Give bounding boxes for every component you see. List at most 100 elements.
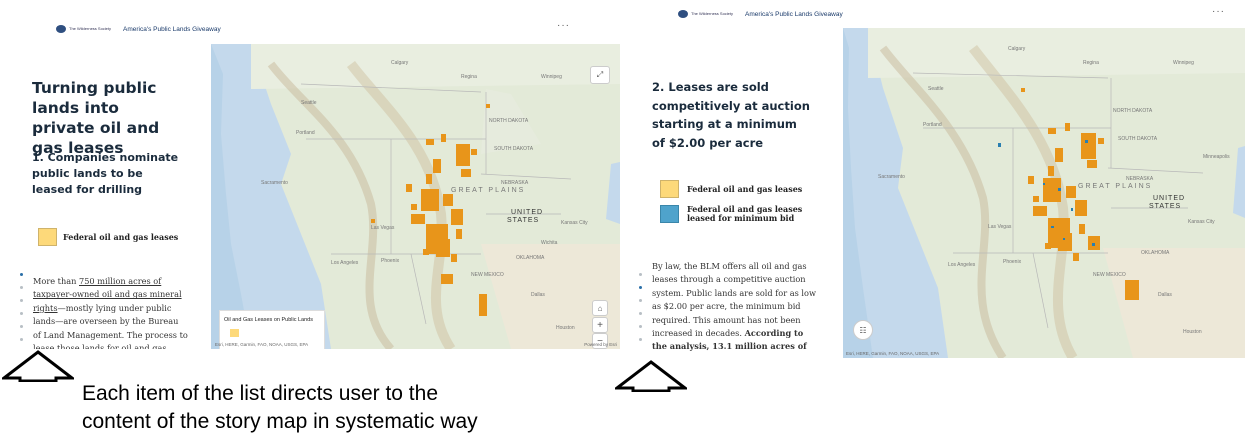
section-heading: 2. Leases are sold competitively at auct… bbox=[652, 80, 810, 150]
header-bar: The Wilderness Society America's Public … bbox=[0, 14, 620, 44]
svg-text:Phoenix: Phoenix bbox=[1003, 259, 1022, 265]
svg-text:NEBRASKA: NEBRASKA bbox=[501, 180, 529, 186]
legend-swatch-min-bid bbox=[660, 205, 679, 223]
svg-text:NEBRASKA: NEBRASKA bbox=[1126, 176, 1154, 182]
svg-text:Kansas City: Kansas City bbox=[1188, 219, 1215, 225]
nav-dot-4[interactable] bbox=[639, 312, 642, 315]
legend-label-leases: Federal oil and gas leases bbox=[687, 184, 803, 194]
logo-text: The Wilderness Society bbox=[691, 11, 734, 16]
svg-text:Seattle: Seattle bbox=[301, 100, 317, 106]
svg-text:NEW MEXICO: NEW MEXICO bbox=[471, 272, 504, 278]
svg-text:OKLAHOMA: OKLAHOMA bbox=[516, 255, 545, 261]
svg-text:Dallas: Dallas bbox=[1158, 292, 1172, 298]
more-options-icon[interactable]: ··· bbox=[557, 20, 570, 31]
svg-text:Calgary: Calgary bbox=[1008, 46, 1026, 52]
legend-label: Federal oil and gas leases bbox=[63, 232, 179, 242]
story-title: America's Public Lands Giveaway bbox=[123, 25, 221, 33]
story-panel-right: The Wilderness Society America's Public … bbox=[630, 0, 1245, 358]
story-title: America's Public Lands Giveaway bbox=[745, 10, 843, 18]
caption-line-1: Each item of the list directs user to th… bbox=[82, 382, 438, 405]
svg-text:Las Vegas: Las Vegas bbox=[988, 224, 1012, 230]
story-panel-left: The Wilderness Society America's Public … bbox=[0, 14, 620, 349]
body-text-1: More than bbox=[33, 276, 79, 286]
map-view[interactable]: Calgary Regina Winnipeg NORTH DAKOTA SOUTH … bbox=[211, 44, 620, 349]
nav-dot-1[interactable] bbox=[20, 273, 23, 276]
legend-label-min-bid: Federal oil and gas leases leased for mi… bbox=[687, 204, 803, 223]
nav-dot-2[interactable] bbox=[639, 286, 642, 289]
svg-text:Houston: Houston bbox=[1183, 329, 1202, 335]
svg-text:Portland: Portland bbox=[296, 130, 315, 136]
body-paragraph: More than 750 million acres of taxpayer-… bbox=[33, 275, 188, 349]
nav-dot-2[interactable] bbox=[20, 286, 23, 289]
nav-dot-3[interactable] bbox=[639, 299, 642, 302]
nav-dot-3[interactable] bbox=[20, 299, 23, 302]
caption-line-2: content of the story map in systematic w… bbox=[82, 410, 478, 433]
svg-text:Sacramento: Sacramento bbox=[878, 174, 905, 180]
legend-swatch bbox=[38, 228, 57, 246]
svg-text:Seattle: Seattle bbox=[928, 86, 944, 92]
header-bar: The Wilderness Society America's Public … bbox=[630, 0, 1245, 28]
svg-text:NORTH DAKOTA: NORTH DAKOTA bbox=[489, 118, 529, 124]
map-legend-title: Oil and Gas Leases on Public Lands bbox=[224, 317, 313, 323]
more-options-icon[interactable]: ··· bbox=[1212, 6, 1225, 17]
legend-toggle-button[interactable]: ☷ bbox=[853, 320, 873, 340]
nav-dot-6[interactable] bbox=[20, 338, 23, 341]
svg-text:Sacramento: Sacramento bbox=[261, 180, 288, 186]
svg-text:Wichita: Wichita bbox=[541, 240, 558, 246]
svg-text:STATES: STATES bbox=[507, 217, 539, 224]
svg-text:Calgary: Calgary bbox=[391, 60, 409, 66]
up-arrow-icon bbox=[2, 350, 74, 382]
svg-text:Regina: Regina bbox=[1083, 60, 1099, 66]
svg-text:STATES: STATES bbox=[1149, 203, 1181, 210]
map-view[interactable]: Calgary Regina Winnipeg NORTH DAKOTA SOUTH … bbox=[843, 28, 1245, 358]
legend-item-2: Federal oil and gas leases leased for mi… bbox=[660, 205, 817, 223]
wilderness-society-logo[interactable]: The Wilderness Society bbox=[678, 10, 733, 18]
svg-text:Houston: Houston bbox=[556, 325, 575, 331]
svg-text:Dallas: Dallas bbox=[531, 292, 545, 298]
map-legend-swatch bbox=[230, 329, 239, 337]
svg-text:Phoenix: Phoenix bbox=[381, 258, 400, 264]
logo-text: The Wilderness Society bbox=[69, 26, 112, 31]
svg-text:OKLAHOMA: OKLAHOMA bbox=[1141, 250, 1170, 256]
nav-dot-6[interactable] bbox=[639, 338, 642, 341]
nav-dot-4[interactable] bbox=[20, 312, 23, 315]
svg-text:UNITED: UNITED bbox=[511, 209, 543, 216]
fullscreen-button[interactable]: ⤢ bbox=[590, 66, 610, 84]
wilderness-society-logo[interactable]: The Wilderness Society bbox=[56, 25, 111, 33]
nav-dot-5[interactable] bbox=[20, 325, 23, 328]
svg-text:NEW MEXICO: NEW MEXICO bbox=[1093, 272, 1126, 278]
home-button[interactable]: ⌂ bbox=[592, 300, 608, 316]
story-sidecar: 2. Leases are sold competitively at auct… bbox=[630, 28, 843, 358]
svg-text:Kansas City: Kansas City bbox=[561, 220, 588, 226]
main-title: Turning public lands into private oil an… bbox=[32, 79, 160, 157]
map-canvas: Calgary Regina Winnipeg NORTH DAKOTA SOUTH … bbox=[211, 44, 620, 349]
svg-text:NORTH DAKOTA: NORTH DAKOTA bbox=[1113, 108, 1153, 114]
body-paragraph: By law, the BLM offers all oil and gas l… bbox=[652, 260, 817, 356]
legend-item-1: Federal oil and gas leases bbox=[660, 180, 802, 198]
legend-swatch-leases bbox=[660, 180, 679, 198]
map-attribution: Esri, HERE, Garmin, FAO, NOAA, USGS, EPA bbox=[846, 351, 940, 356]
svg-text:GREAT PLAINS: GREAT PLAINS bbox=[451, 187, 525, 194]
nav-dot-5[interactable] bbox=[639, 325, 642, 328]
svg-text:Minneapolis: Minneapolis bbox=[1203, 154, 1230, 160]
section-nav bbox=[639, 273, 642, 341]
svg-text:SOUTH DAKOTA: SOUTH DAKOTA bbox=[1118, 136, 1158, 142]
svg-text:Winnipeg: Winnipeg bbox=[1173, 60, 1194, 66]
nav-dot-1[interactable] bbox=[639, 273, 642, 276]
powered-by-esri[interactable]: Powered by Esri bbox=[584, 342, 617, 347]
zoom-in-button[interactable]: + bbox=[592, 317, 608, 333]
section-nav bbox=[20, 273, 23, 349]
map-attribution: Esri, HERE, Garmin, FAO, NOAA, USGS, EPA bbox=[215, 342, 309, 347]
map-canvas: Calgary Regina Winnipeg NORTH DAKOTA SOUTH … bbox=[843, 28, 1245, 358]
svg-text:GREAT PLAINS: GREAT PLAINS bbox=[1078, 183, 1152, 190]
logo-mark-icon bbox=[678, 10, 688, 18]
svg-text:UNITED: UNITED bbox=[1153, 195, 1185, 202]
legend-item: Federal oil and gas leases bbox=[38, 228, 178, 246]
body-text: By law, the BLM offers all oil and gas l… bbox=[652, 261, 816, 339]
svg-text:Los Angeles: Los Angeles bbox=[331, 260, 359, 266]
svg-text:Winnipeg: Winnipeg bbox=[541, 74, 562, 80]
section-heading: 1. Companies nominate public lands to be… bbox=[32, 151, 179, 196]
svg-text:Regina: Regina bbox=[461, 74, 477, 80]
svg-text:Las Vegas: Las Vegas bbox=[371, 225, 395, 231]
up-arrow-icon bbox=[615, 360, 687, 392]
